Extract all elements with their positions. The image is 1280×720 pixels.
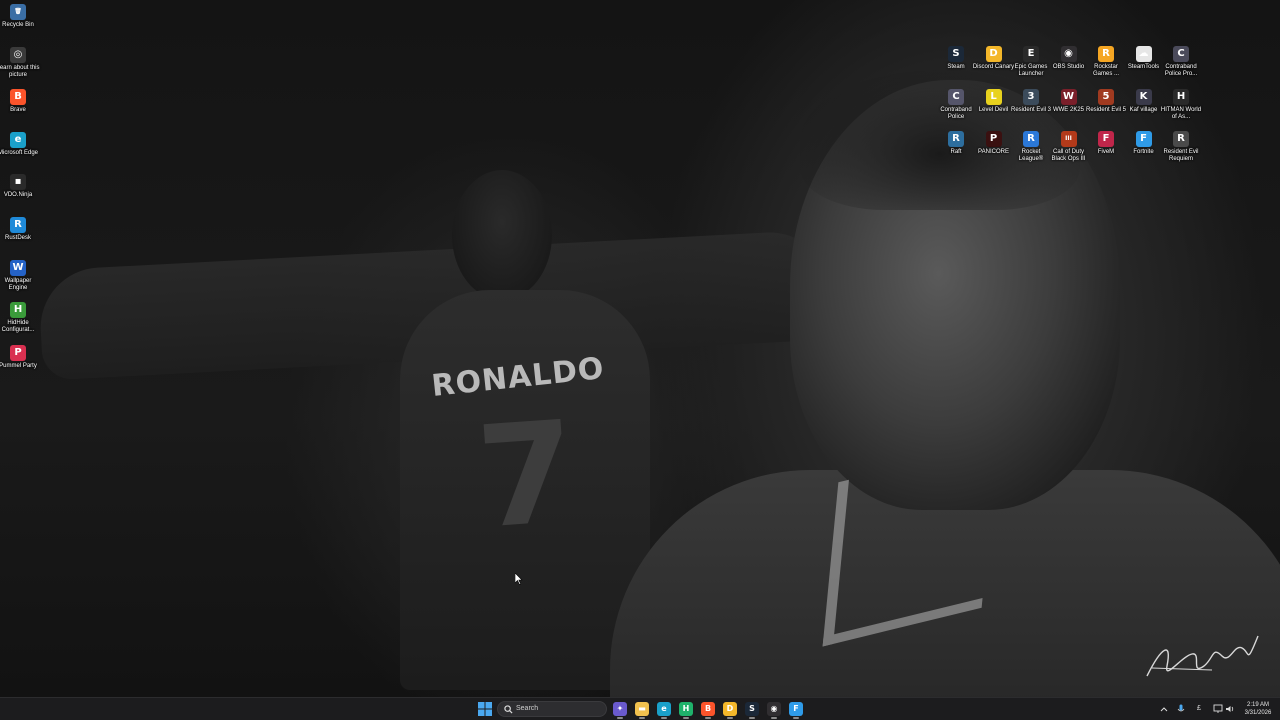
desktop-shortcut-label: RustDesk (4, 235, 31, 241)
green-app-icon: H (682, 704, 690, 713)
mouse-cursor-icon (515, 573, 523, 585)
desktop-shortcut-resident-evil-requiem[interactable]: R Resident Evil Requiem (1159, 131, 1203, 163)
raft-icon: R (948, 131, 964, 147)
brave-icon: B (704, 704, 712, 713)
epic-games-icon: E (1023, 46, 1039, 62)
taskbar-app-fortnite[interactable]: F (789, 702, 803, 719)
microphone-icon[interactable] (1177, 704, 1185, 714)
taskbar-app-file-explorer[interactable]: ▬ (635, 702, 649, 719)
copilot-icon: ✦ (616, 704, 624, 713)
desktop-shortcut-label: Recycle Bin (2, 22, 34, 28)
steamtools-icon: ☁ (1135, 46, 1152, 62)
call-of-duty-icon: III (1060, 131, 1077, 147)
steam-icon: S (749, 704, 755, 713)
hidhide-icon: H (10, 302, 26, 319)
camera-info-icon: ◎ (10, 46, 26, 63)
desktop-shortcut-edge[interactable]: e Microsoft Edge (0, 131, 40, 157)
resident-evil-requiem-icon: R (1173, 131, 1189, 147)
fivem-icon: F (1098, 131, 1114, 147)
desktop-shortcut-label: HITMAN World of As... (1160, 106, 1202, 120)
wallpaper-engine-icon: W (10, 259, 26, 276)
taskbar-app-steam[interactable]: S (745, 702, 759, 719)
desktop-shortcut-recycle-bin[interactable]: 🗑 Recycle Bin (0, 4, 40, 29)
taskbar-search-box[interactable]: Search (497, 701, 607, 717)
taskbar-app-app-green[interactable]: H (679, 702, 693, 719)
desktop-shortcut-brave[interactable]: B Brave (0, 89, 40, 114)
taskbar-app-obs[interactable]: ◉ (767, 702, 781, 719)
desktop-shortcut-camera-info[interactable]: ◎ Learn about this picture (0, 46, 40, 79)
hitman-icon: H (1173, 88, 1189, 105)
taskbar-app-brave[interactable]: B (701, 702, 715, 719)
steam-icon: S (948, 46, 964, 62)
taskbar: Search ✦ ▬ e H B D S ◉ F £ 2:19 AM 3/31/2026 (0, 697, 1280, 720)
wallpaper-jersey-number: 7 (472, 391, 581, 561)
rockstar-icon: R (1098, 46, 1114, 62)
pummel-party-icon: P (10, 344, 26, 361)
network-icon[interactable] (1213, 704, 1223, 714)
resident-evil-5-icon: 5 (1098, 88, 1114, 105)
desktop-shortcut-label: Pummel Party (0, 362, 37, 369)
panicore-icon: P (985, 131, 1002, 147)
desktop-shortcut-contraband-police-pro[interactable]: C Contraband Police Pro... (1159, 46, 1203, 78)
discord-canary-icon: D (726, 704, 734, 713)
desktop-shortcut-pummel-party[interactable]: P Pummel Party (0, 344, 40, 370)
desktop-shortcut-wallpaper-engine[interactable]: W Wallpaper Engine (0, 259, 40, 292)
clock-date: 3/31/2026 (1244, 710, 1272, 716)
desktop-shortcut-label: Resident Evil Requiem (1163, 149, 1199, 162)
taskbar-clock[interactable]: 2:19 AM 3/31/2026 (1238, 701, 1278, 717)
discord-canary-icon: D (985, 46, 1002, 62)
vdo-ninja-icon: ▪ (10, 174, 26, 191)
wallpaper-player-head (452, 170, 552, 300)
recycle-bin-icon: 🗑 (10, 4, 26, 20)
folder-icon: ▬ (638, 704, 646, 713)
desktop[interactable]: RONALDO 7 🗑 Recycle Bin ◎ Learn about this … (0, 0, 1280, 697)
show-hidden-icons-chevron-icon[interactable] (1160, 705, 1168, 713)
wwe-2k25-icon: W (1060, 88, 1077, 105)
desktop-shortcut-vdo-ninja[interactable]: ▪ VDO.Ninja (0, 174, 40, 199)
kaf-village-icon: K (1135, 88, 1152, 105)
desktop-shortcut-label: Microsoft Edge (0, 149, 39, 156)
desktop-shortcut-label: Brave (10, 107, 26, 114)
search-placeholder: Search (516, 705, 539, 712)
brave-icon: B (10, 89, 26, 106)
start-button[interactable] (478, 702, 492, 716)
taskbar-app-edge[interactable]: e (657, 702, 671, 719)
fortnite-icon: F (1135, 131, 1152, 147)
desktop-shortcut-label: Learn about this picture (0, 64, 40, 78)
desktop-shortcut-hidhide[interactable]: H HidHide Configurat... (0, 302, 40, 334)
edge-icon: e (10, 131, 26, 148)
desktop-shortcut-label: VDO.Ninja (3, 192, 33, 199)
taskbar-app-discord-canary[interactable]: D (723, 702, 737, 719)
desktop-shortcut-rustdesk[interactable]: R RustDesk (0, 217, 40, 242)
desktop-shortcut-label: HidHide Configurat... (1, 320, 35, 334)
desktop-shortcut-hitman[interactable]: H HITMAN World of As... (1159, 88, 1203, 121)
taskbar-app-copilot[interactable]: ✦ (613, 702, 627, 719)
contraband-police-pro-icon: C (1173, 46, 1189, 62)
desktop-shortcut-label: Contraband Police Pro... (1164, 64, 1198, 77)
rocket-league-icon: R (1023, 131, 1039, 147)
input-language-indicator[interactable]: £ (1197, 698, 1201, 720)
obs-icon: ◉ (1060, 46, 1077, 62)
edge-icon: e (661, 704, 667, 713)
clock-time: 2:19 AM (1246, 702, 1269, 708)
obs-icon: ◉ (770, 704, 778, 713)
contraband-police-icon: C (948, 88, 964, 105)
search-icon (504, 705, 513, 714)
rustdesk-icon: R (10, 217, 26, 233)
resident-evil-3-icon: 3 (1023, 88, 1039, 105)
fortnite-icon: F (793, 704, 799, 713)
desktop-shortcut-label: Wallpaper Engine (4, 277, 32, 291)
volume-icon[interactable] (1225, 704, 1235, 714)
level-devil-icon: L (985, 88, 1002, 105)
wallpaper-signature (1146, 635, 1259, 677)
